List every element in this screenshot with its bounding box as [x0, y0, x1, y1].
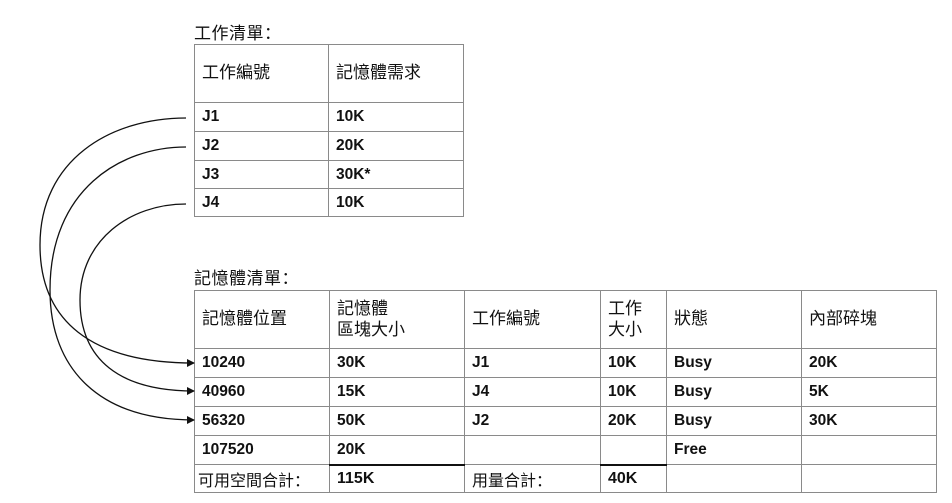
- arrow-j2-to-56320: [49, 146, 195, 424]
- arrow-j1-to-10240: [39, 117, 195, 367]
- allocation-arrows: [39, 117, 195, 424]
